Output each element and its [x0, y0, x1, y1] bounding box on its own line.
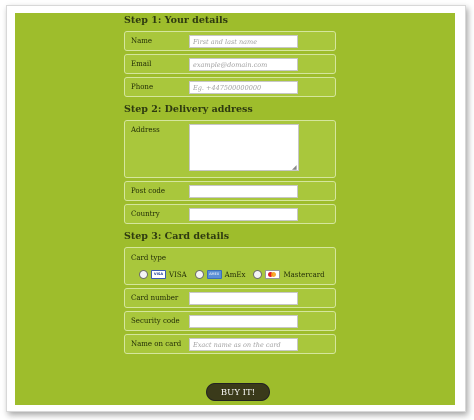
step3-title: Step 3: Card details	[124, 231, 230, 242]
address-label: Address	[131, 126, 160, 134]
amex-label: AmEx	[224, 270, 246, 279]
mastercard-logo-icon	[265, 270, 281, 279]
card-number-row: Card number	[124, 288, 336, 308]
security-code-label: Security code	[131, 317, 180, 325]
visa-label: VISA	[169, 270, 187, 279]
mastercard-label: Mastercard	[283, 270, 325, 279]
name-on-card-row: Name on card	[124, 334, 336, 354]
phone-row: Phone	[124, 77, 336, 97]
card-number-input[interactable]	[189, 292, 298, 305]
order-form: Step 1: Your details Name Email Phone St…	[124, 15, 336, 357]
address-row: Address ◢	[124, 120, 336, 178]
card-type-label: Card type	[131, 254, 166, 262]
buy-button-wrap: BUY IT!	[206, 380, 270, 401]
security-code-row: Security code	[124, 311, 336, 331]
radio-mastercard[interactable]	[253, 270, 263, 279]
email-label: Email	[131, 60, 152, 68]
name-input[interactable]	[189, 35, 298, 48]
postcode-row: Post code	[124, 181, 336, 201]
name-on-card-label: Name on card	[131, 340, 182, 348]
country-label: Country	[131, 210, 160, 218]
name-label: Name	[131, 37, 153, 45]
step2-title: Step 2: Delivery address	[124, 104, 253, 115]
card-type-row: Card type VISA VISA AMEX AmEx Mastercard	[124, 247, 336, 285]
security-code-input[interactable]	[189, 315, 298, 328]
country-input[interactable]	[189, 208, 298, 221]
card-option-amex[interactable]: AMEX AmEx	[194, 270, 246, 279]
card-option-visa[interactable]: VISA VISA	[139, 270, 187, 279]
address-textarea[interactable]	[189, 124, 299, 171]
radio-visa[interactable]	[139, 270, 148, 279]
radio-amex[interactable]	[194, 270, 204, 279]
postcode-input[interactable]	[189, 185, 298, 198]
phone-label: Phone	[131, 83, 154, 91]
resize-grip-icon[interactable]: ◢	[292, 165, 298, 171]
step1-title: Step 1: Your details	[124, 15, 228, 26]
email-row: Email	[124, 54, 336, 74]
postcode-label: Post code	[131, 187, 166, 195]
phone-input[interactable]	[189, 81, 298, 94]
card-option-mastercard[interactable]: Mastercard	[253, 270, 325, 279]
name-on-card-input[interactable]	[189, 338, 298, 351]
amex-logo-icon: AMEX	[206, 270, 222, 279]
visa-logo-icon: VISA	[151, 270, 166, 279]
name-row: Name	[124, 31, 336, 51]
email-input[interactable]	[189, 58, 298, 71]
buy-button[interactable]: BUY IT!	[206, 383, 270, 401]
card-number-label: Card number	[131, 294, 179, 302]
card-type-options: VISA VISA AMEX AmEx Mastercard	[139, 270, 333, 279]
country-row: Country	[124, 204, 336, 224]
